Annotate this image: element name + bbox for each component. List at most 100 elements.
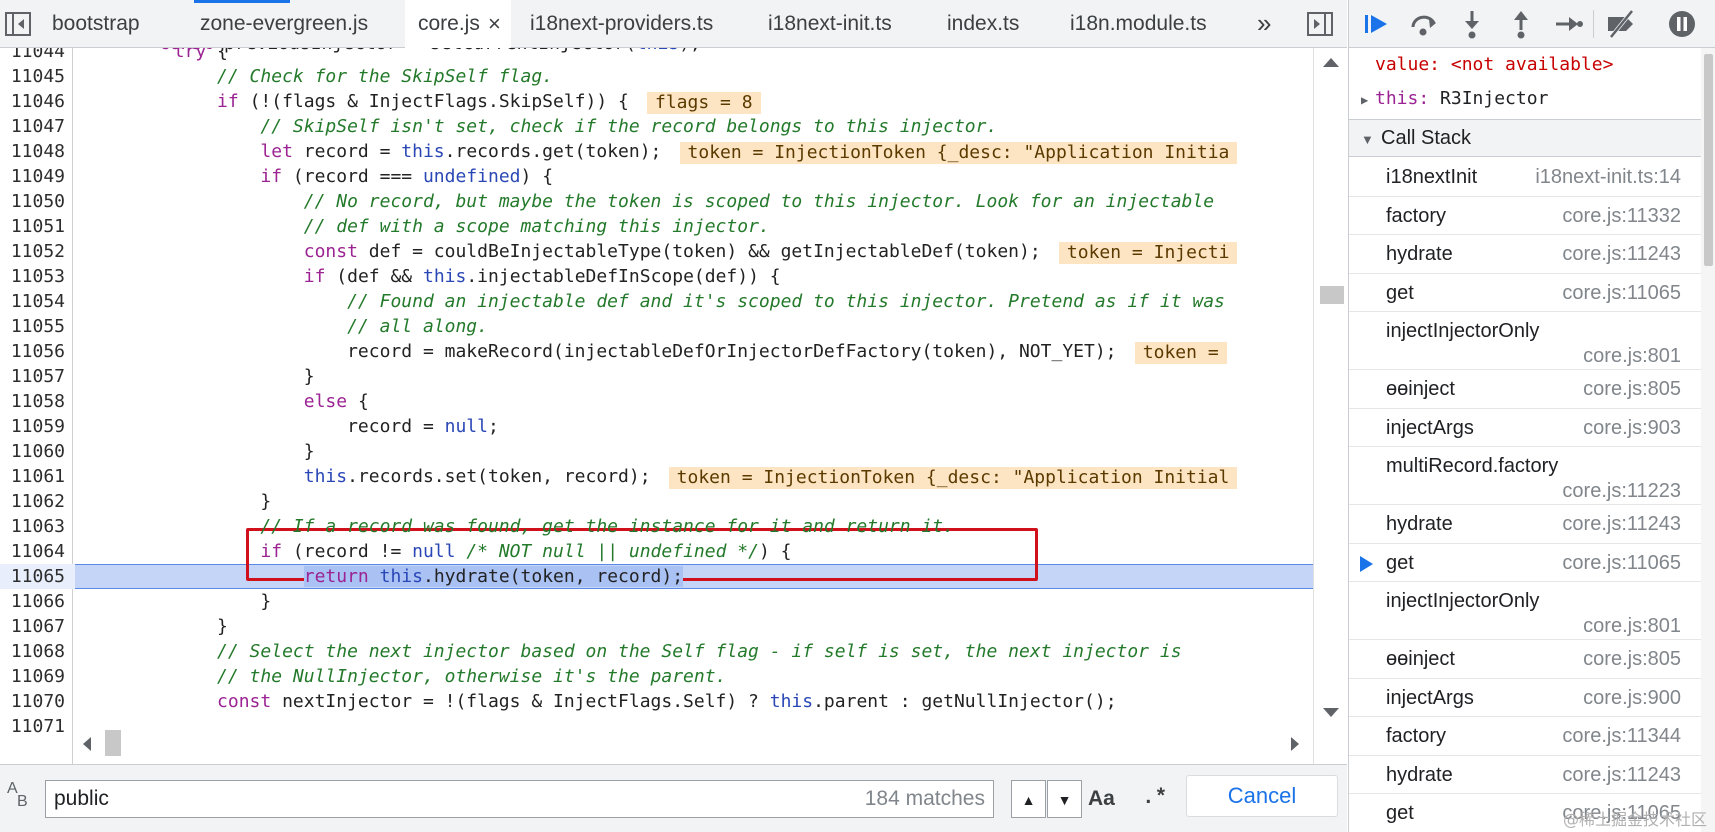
horizontal-scrollbar[interactable] <box>73 729 1313 759</box>
scroll-right-icon[interactable] <box>1291 737 1299 751</box>
line-number[interactable]: 11054 <box>0 289 65 314</box>
line-number[interactable]: 11050 <box>0 189 65 214</box>
call-stack-frame[interactable]: get core.js:11065 <box>1349 274 1701 312</box>
sidebar-right-icon[interactable] <box>1305 10 1335 38</box>
code-lines[interactable]: const previousInjector = setCurrentInjec… <box>0 48 1313 739</box>
frame-location[interactable]: core.js:801 <box>1583 615 1681 638</box>
code-line[interactable]: 11053 if (def && this.injectableDefInSco… <box>0 264 1313 289</box>
code-line[interactable]: 11058 else { <box>0 389 1313 414</box>
frame-location[interactable]: core.js:11065 <box>1562 282 1681 305</box>
scrollbar-thumb[interactable] <box>1704 54 1713 266</box>
code-line[interactable]: 11056 record = makeRecord(injectableDefO… <box>0 339 1313 364</box>
call-stack-frame[interactable]: injectArgs core.js:903 <box>1349 409 1701 447</box>
line-number[interactable]: 11065 <box>0 564 65 589</box>
code-line[interactable]: 11047 // SkipSelf isn't set, check if th… <box>0 114 1313 139</box>
frame-location[interactable]: core.js:11223 <box>1562 480 1681 503</box>
line-number[interactable]: 11044 <box>0 48 65 64</box>
line-number[interactable]: 11067 <box>0 614 65 639</box>
close-icon[interactable]: × <box>488 0 501 48</box>
inline-variable-value[interactable]: token = InjectionToken {_desc: "Applicat… <box>668 467 1238 489</box>
line-number[interactable]: 11053 <box>0 264 65 289</box>
line-number[interactable]: 11046 <box>0 89 65 114</box>
line-number[interactable]: 11070 <box>0 689 65 714</box>
search-input[interactable] <box>54 781 754 817</box>
code-line[interactable]: 11045 // Check for the SkipSelf flag. <box>0 64 1313 89</box>
call-stack-frame[interactable]: factory core.js:11332 <box>1349 197 1701 235</box>
tab-i18next-init[interactable]: i18next-init.ts <box>768 0 892 48</box>
line-number[interactable]: 11064 <box>0 539 65 564</box>
tab-bootstrap[interactable]: bootstrap <box>52 0 140 48</box>
call-stack-frame[interactable]: hydrate core.js:11243 <box>1349 235 1701 274</box>
line-number[interactable]: 11071 <box>0 714 65 739</box>
frame-location[interactable]: core.js:801 <box>1583 345 1681 368</box>
frame-location[interactable]: core.js:11065 <box>1562 552 1681 575</box>
line-number[interactable]: 11061 <box>0 464 65 489</box>
tab-i18next-providers[interactable]: i18next-providers.ts <box>530 0 713 48</box>
code-line[interactable]: 11059 record = null; <box>0 414 1313 439</box>
code-editor[interactable]: const previousInjector = setCurrentInjec… <box>0 48 1347 764</box>
step-icon[interactable] <box>1552 8 1584 40</box>
step-into-icon[interactable] <box>1456 8 1488 40</box>
code-line[interactable]: 11052 const def = couldBeInjectableType(… <box>0 239 1313 264</box>
inline-variable-value[interactable]: token = <box>1134 342 1227 364</box>
frame-location[interactable]: core.js:11243 <box>1562 764 1681 787</box>
call-stack-frame[interactable]: factory core.js:11344 <box>1349 717 1701 756</box>
scrollbar-thumb[interactable] <box>105 730 121 756</box>
next-match-button[interactable]: ▼ <box>1047 780 1082 818</box>
step-over-icon[interactable] <box>1408 8 1440 40</box>
scrollbar-thumb[interactable] <box>1320 286 1344 304</box>
call-stack-frame[interactable]: multiRecord.factory core.js:11223 <box>1349 447 1701 505</box>
code-line[interactable]: 11049 if (record === undefined) { <box>0 164 1313 189</box>
line-number[interactable]: 11060 <box>0 439 65 464</box>
line-number[interactable]: 11051 <box>0 214 65 239</box>
code-line[interactable]: 11050 // No record, but maybe the token … <box>0 189 1313 214</box>
code-line[interactable]: 11069 // the NullInjector, otherwise it'… <box>0 664 1313 689</box>
scroll-down-icon[interactable] <box>1323 708 1339 717</box>
line-number[interactable]: 11062 <box>0 489 65 514</box>
frame-location[interactable]: core.js:11243 <box>1562 513 1681 536</box>
line-number[interactable]: 11047 <box>0 114 65 139</box>
expand-icon[interactable]: ▶ <box>1361 93 1375 107</box>
frame-location[interactable]: i18next-init.ts:14 <box>1535 166 1681 189</box>
call-stack-frame[interactable]: get core.js:11065 <box>1349 544 1701 582</box>
code-line[interactable]: 11070 const nextInjector = !(flags & Inj… <box>0 689 1313 714</box>
code-line[interactable]: 11066 } <box>0 589 1313 614</box>
code-line[interactable]: 11064 if (record != null /* NOT null || … <box>0 539 1313 564</box>
frame-location[interactable]: core.js:11332 <box>1562 205 1681 228</box>
call-stack-header[interactable]: ▼ Call Stack <box>1349 119 1701 157</box>
code-line[interactable]: 11048 let record = this.records.get(toke… <box>0 139 1313 164</box>
line-number[interactable]: 11048 <box>0 139 65 164</box>
deactivate-breakpoints-icon[interactable] <box>1605 8 1637 40</box>
line-number[interactable]: 11052 <box>0 239 65 264</box>
more-tabs-icon[interactable]: » <box>1257 10 1271 36</box>
frame-location[interactable]: core.js:903 <box>1583 417 1681 440</box>
code-line[interactable]: 11063 // If a record was found, get the … <box>0 514 1313 539</box>
scroll-up-icon[interactable] <box>1323 58 1339 67</box>
line-number[interactable]: 11055 <box>0 314 65 339</box>
scroll-left-icon[interactable] <box>83 737 91 751</box>
line-number[interactable]: 11045 <box>0 64 65 89</box>
call-stack-frame[interactable]: ɵɵinject core.js:805 <box>1349 370 1701 409</box>
frame-location[interactable]: core.js:805 <box>1583 648 1681 671</box>
frame-location[interactable]: core.js:11344 <box>1562 725 1681 748</box>
line-number[interactable]: 11066 <box>0 589 65 614</box>
tab-core-js[interactable]: core.js × <box>405 0 511 49</box>
code-line[interactable]: 11044 try { <box>0 48 1313 64</box>
tab-index[interactable]: index.ts <box>947 0 1019 48</box>
line-number[interactable]: 11056 <box>0 339 65 364</box>
call-stack-frame[interactable]: i18nextInit i18next-init.ts:14 <box>1349 158 1701 197</box>
previous-match-button[interactable]: ▲ <box>1011 780 1046 818</box>
line-number[interactable]: 11063 <box>0 514 65 539</box>
step-out-icon[interactable] <box>1505 8 1537 40</box>
call-stack-frame[interactable]: hydrate core.js:11243 <box>1349 505 1701 544</box>
frame-location[interactable]: core.js:805 <box>1583 378 1681 401</box>
code-line[interactable]: 11060 } <box>0 439 1313 464</box>
regex-button[interactable]: .* <box>1142 780 1167 818</box>
code-line[interactable]: 11046 if (!(flags & InjectFlags.SkipSelf… <box>0 89 1313 114</box>
frame-location[interactable]: core.js:900 <box>1583 687 1681 710</box>
code-line[interactable]: 11051 // def with a scope matching this … <box>0 214 1313 239</box>
call-stack-frame[interactable]: ɵɵinject core.js:805 <box>1349 640 1701 679</box>
scope-value-entry[interactable]: value: <not available> <box>1375 54 1613 75</box>
code-line[interactable]: 11061 this.records.set(token, record); to… <box>0 464 1313 489</box>
code-line[interactable]: 11054 // Found an injectable def and it'… <box>0 289 1313 314</box>
